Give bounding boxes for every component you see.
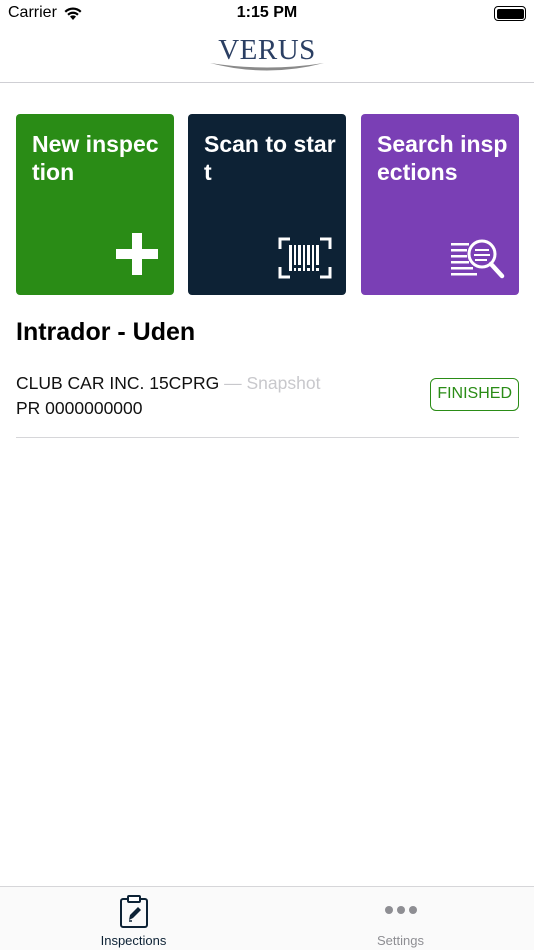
search-list-icon xyxy=(451,239,505,279)
inspection-title-line: CLUB CAR INC. 15CPRG — Snapshot xyxy=(16,373,320,394)
action-tiles: New inspection Scan to start Search insp… xyxy=(16,114,519,295)
app-header: VERUS xyxy=(0,28,534,83)
tab-settings[interactable]: Settings xyxy=(267,887,534,950)
scan-to-start-tile[interactable]: Scan to start xyxy=(188,114,346,295)
barcode-scan-icon xyxy=(278,237,332,279)
new-inspection-tile[interactable]: New inspection xyxy=(16,114,174,295)
tab-settings-label: Settings xyxy=(377,933,424,948)
tab-inspections-label: Inspections xyxy=(100,933,167,948)
plus-icon xyxy=(116,233,158,275)
logo-text: VERUS xyxy=(218,34,316,66)
inspection-row[interactable]: CLUB CAR INC. 15CPRG — Snapshot PR 00000… xyxy=(16,364,519,438)
status-badge: FINISHED xyxy=(430,378,519,411)
inspection-name: CLUB CAR INC. 15CPRG xyxy=(16,373,220,393)
clipboard-pencil-icon xyxy=(119,895,148,928)
inspection-separator: — xyxy=(224,373,242,393)
inspection-reference: PR 0000000000 xyxy=(16,398,143,418)
more-dots-icon xyxy=(384,906,417,914)
clock: 1:15 PM xyxy=(236,4,298,21)
new-inspection-label: New inspection xyxy=(32,131,159,185)
section-title: Intrador - Uden xyxy=(16,318,196,346)
verus-logo: VERUS xyxy=(210,34,324,71)
search-inspections-tile[interactable]: Search inspections xyxy=(361,114,519,295)
scan-to-start-label: Scan to start xyxy=(204,131,336,185)
search-inspections-label: Search inspections xyxy=(377,131,508,185)
tab-bar: Inspections Settings xyxy=(0,886,534,950)
status-bar: Carrier 1:15 PM xyxy=(0,0,534,28)
tab-inspections[interactable]: Inspections xyxy=(0,887,267,950)
battery-icon xyxy=(494,6,526,21)
inspection-type: Snapshot xyxy=(246,373,321,393)
